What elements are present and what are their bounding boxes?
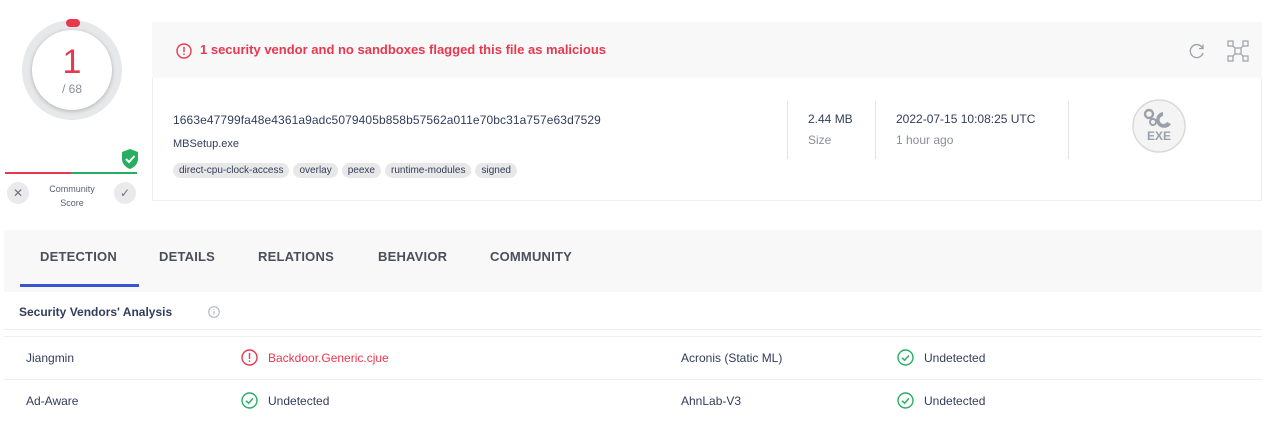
check-circle-icon — [897, 392, 914, 409]
community-score-label: Community Score — [49, 184, 95, 208]
file-name: MBSetup.exe — [173, 138, 240, 150]
detection-result: Undetected — [268, 394, 330, 408]
file-tag[interactable]: signed — [475, 163, 517, 178]
check-icon: ✓ — [119, 186, 131, 200]
vendor-name: Jiangmin — [26, 351, 75, 365]
close-icon: ✕ — [12, 186, 24, 200]
file-tag[interactable]: peexe — [341, 163, 381, 178]
file-tags: direct-cpu-clock-access overlay peexe ru… — [173, 163, 517, 178]
divider — [1068, 101, 1069, 159]
divider — [787, 101, 788, 159]
active-tab-indicator — [20, 284, 139, 287]
alert-banner: 1 security vendor and no sandboxes flagg… — [152, 22, 1262, 78]
vendor-name: AhnLab-V3 — [681, 394, 742, 408]
engine-total: / 68 — [61, 82, 82, 96]
score-panel: 1 / 68 ✕ Community Score ✓ — [0, 0, 150, 215]
detection-count: 1 — [62, 43, 82, 81]
tab-relations[interactable]: RELATIONS — [258, 249, 334, 264]
detection-result: Backdoor.Generic.cjue — [268, 351, 389, 365]
shield-check-icon — [122, 149, 138, 169]
exe-file-icon: EXE — [1132, 99, 1186, 153]
info-icon[interactable] — [208, 306, 220, 318]
vendor-name: Acronis (Static ML) — [681, 351, 783, 365]
exe-label: EXE — [1147, 129, 1171, 143]
reanalyze-icon[interactable] — [1188, 42, 1206, 60]
gauge-marker — [66, 19, 80, 27]
divider — [875, 101, 876, 159]
tab-details[interactable]: DETAILS — [159, 249, 215, 264]
detection-result: Undetected — [924, 351, 986, 365]
file-size-value: 2.44 MB — [808, 112, 853, 126]
table-row: Jiangmin Backdoor.Generic.cjue Acronis (… — [4, 336, 1262, 379]
file-summary-card: 1663e47799fa48e4361a9adc5079405b858b5756… — [152, 78, 1262, 201]
file-size-label: Size — [808, 133, 832, 147]
check-circle-icon — [897, 349, 914, 366]
vote-harmless-button[interactable]: ✓ — [114, 182, 136, 204]
alert-circle-icon — [176, 43, 192, 59]
file-hash[interactable]: 1663e47799fa48e4361a9adc5079405b858b5756… — [173, 113, 601, 127]
alert-text: 1 security vendor and no sandboxes flagg… — [200, 42, 607, 57]
detection-gauge: 1 / 68 — [22, 19, 122, 120]
vote-harmful-button[interactable]: ✕ — [7, 182, 29, 204]
analysis-header: Security Vendors' Analysis — [4, 294, 1262, 330]
similar-graph-icon[interactable] — [1227, 40, 1249, 62]
file-tag[interactable]: direct-cpu-clock-access — [173, 163, 290, 178]
detection-result: Undetected — [924, 394, 986, 408]
vendor-name: Ad-Aware — [26, 394, 79, 408]
gauge-center: 1 / 68 — [32, 30, 112, 110]
tab-detection[interactable]: DETECTION — [40, 249, 117, 264]
tab-behavior[interactable]: BEHAVIOR — [378, 249, 447, 264]
file-tag[interactable]: overlay — [293, 163, 338, 178]
file-tag[interactable]: runtime-modules — [384, 163, 472, 178]
analysis-date-value: 2022-07-15 10:08:25 UTC — [896, 112, 1036, 126]
tab-bar: DETECTION DETAILS RELATIONS BEHAVIOR COM… — [4, 230, 1262, 292]
check-circle-icon — [241, 392, 258, 409]
tab-community[interactable]: COMMUNITY — [490, 249, 572, 264]
alert-circle-icon — [241, 349, 258, 366]
analysis-date-label: 1 hour ago — [896, 133, 954, 147]
table-row: Ad-Aware Undetected AhnLab-V3 Undetected — [4, 379, 1262, 422]
section-title: Security Vendors' Analysis — [19, 305, 173, 319]
community-score-bar-negative — [5, 172, 71, 174]
